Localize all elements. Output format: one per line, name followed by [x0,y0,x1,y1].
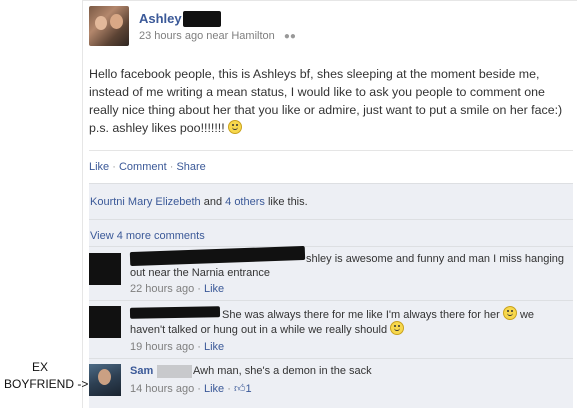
smiley-icon [502,306,517,320]
annotation-line1: EX [31,360,48,374]
likes-suffix: like this. [264,196,308,208]
comment-avatar-redacted[interactable] [89,253,121,285]
comment-text: shley is awesome and funny and man I mis… [306,252,564,267]
avatar-face [110,14,123,29]
thumbs-up-icon: 👍︎ [233,383,246,395]
comment-line: haven't talked or hung out in a while we… [130,324,388,336]
comment-line: shley is awesome and funny and man I mis… [306,253,565,265]
divider [89,246,573,247]
divider [89,183,573,184]
like-link[interactable]: Like [89,161,109,173]
avatar-face [98,369,111,385]
post-meta: 23 hours ago near Hamilton ●● [139,30,296,42]
comment-like-link[interactable]: Like [204,341,224,353]
divider [89,300,573,301]
comment-time[interactable]: 19 hours ago [130,341,194,353]
view-more-comments[interactable]: View 4 more comments [90,230,205,242]
comment-like-count[interactable]: 1 [245,383,251,395]
post-top-border [82,0,577,1]
likes-summary: Kourtni Mary Elizebeth and 4 others like… [90,196,308,208]
divider [89,358,573,359]
separator-dot: · [166,161,177,173]
comment-meta: 22 hours ago · Like [130,283,225,295]
post-time[interactable]: 23 hours ago near Hamilton [139,30,275,42]
separator-dot: · [109,161,119,173]
commenter-name[interactable]: Sam [130,365,153,377]
post-actions: Like · Comment · Share [89,161,206,173]
redaction-bar [183,11,221,27]
smiley-icon [228,120,243,134]
comment-link[interactable]: Comment [119,161,167,173]
redaction-bar [129,306,221,319]
comment-avatar-redacted[interactable] [89,306,121,338]
commenter-avatar[interactable] [89,364,121,396]
redaction-blur [157,365,192,378]
comment-text: Awh man, she's a demon in the sack [193,364,372,379]
liker-name[interactable]: Kourtni Mary Elizebeth [90,196,201,208]
avatar-face [95,16,107,30]
share-link[interactable]: Share [176,161,205,173]
annotation-label: EX [0,360,80,375]
comment-like-link[interactable]: Like [204,283,224,295]
comment-meta: 14 hours ago · Like · 👍︎1 [130,383,252,395]
comment-text: out near the Narnia entrance [130,266,270,281]
status-text: Hello facebook people, this is Ashleys b… [89,65,564,137]
people-icon: ●● [283,31,296,42]
author-name[interactable]: Ashley [139,11,182,26]
comment-line: out near the Narnia entrance [130,267,271,279]
annotation-line2: BOYFRIEND -> [4,377,89,391]
likes-and: and [200,196,226,208]
comment-text: haven't talked or hung out in a while we… [130,321,405,338]
comment-like-link[interactable]: Like [204,383,224,395]
divider [89,219,573,220]
likers-others[interactable]: 4 others [225,196,265,208]
comment-line: we [519,309,535,321]
status-body: Hello facebook people, this is Ashleys b… [89,67,563,135]
comment-line: She was always there for me like I'm alw… [222,309,500,321]
comment-meta: 19 hours ago · Like [130,341,225,353]
comment-time[interactable]: 14 hours ago [130,383,194,395]
divider [89,150,573,151]
post-left-border [82,0,83,408]
comment-line: Awh man, she's a demon in the sack [193,365,372,377]
author-avatar[interactable] [89,6,129,46]
comment-time[interactable]: 22 hours ago [130,283,194,295]
annotation-label-line2: BOYFRIEND -> [4,377,88,391]
smiley-icon [390,321,405,335]
